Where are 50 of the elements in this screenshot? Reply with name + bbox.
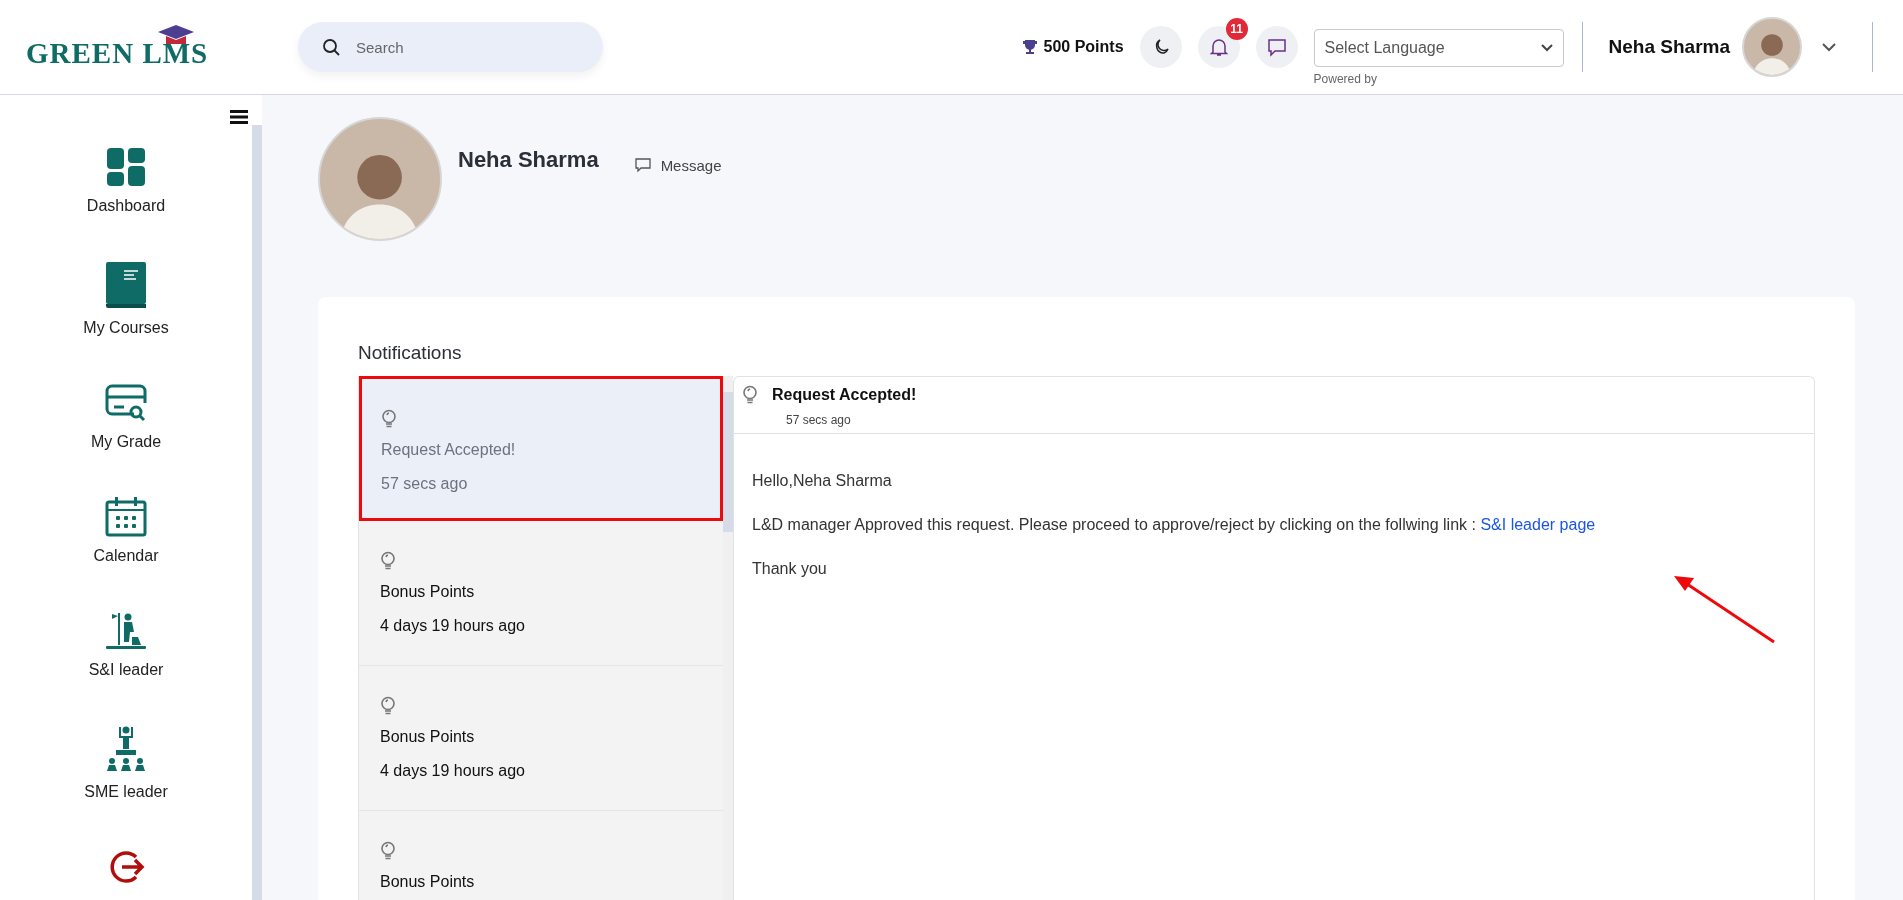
search-field[interactable]: Search bbox=[298, 22, 603, 72]
sidebar-item[interactable]: Dashboard bbox=[86, 147, 166, 215]
scrollbar[interactable] bbox=[252, 125, 262, 900]
notification-time: 57 secs ago bbox=[786, 413, 852, 427]
powered-by-text: Powered by bbox=[1313, 71, 1378, 86]
lightbulb-icon bbox=[380, 841, 396, 861]
card-search-icon bbox=[104, 383, 148, 423]
lightbulb-icon bbox=[742, 385, 758, 405]
chat-button[interactable] bbox=[1255, 26, 1298, 68]
chevron-down-icon[interactable] bbox=[1822, 42, 1836, 52]
sidebar-item[interactable]: My Grade bbox=[90, 383, 162, 451]
chat-bubble-icon bbox=[634, 157, 651, 173]
bell-icon bbox=[1208, 37, 1229, 57]
notification-title: Request Accepted! bbox=[772, 386, 917, 404]
user-name: Neha Sharma bbox=[1608, 36, 1730, 58]
notification-item[interactable]: Bonus Points bbox=[359, 811, 723, 900]
leader-page-link[interactable]: S&I leader page bbox=[1480, 516, 1596, 533]
trophy-icon bbox=[1021, 39, 1038, 55]
message-text: L&D manager Approved this request. Please proceed to approve/reject by clicking on the follwing link : S&I leader page bbox=[752, 516, 1597, 534]
logo[interactable]: GREEN LMS bbox=[26, 24, 261, 70]
menu-icon[interactable] bbox=[230, 109, 248, 125]
points-display: 500 Points bbox=[1021, 38, 1124, 56]
dashboard-icon bbox=[106, 147, 146, 187]
scrollbar[interactable] bbox=[723, 376, 733, 900]
dark-mode-button[interactable] bbox=[1139, 26, 1182, 68]
profile-name: Neha Sharma bbox=[458, 147, 599, 174]
lightbulb-icon bbox=[381, 409, 397, 429]
closing-text: Thank you bbox=[752, 560, 828, 578]
section-title: Notifications bbox=[358, 342, 463, 364]
notification-item[interactable]: Bonus Points 4 days 19 hours ago bbox=[359, 666, 723, 811]
message-link[interactable]: Message bbox=[634, 155, 722, 175]
book-icon bbox=[104, 261, 148, 309]
notification-item[interactable]: Request Accepted! 57 secs ago bbox=[359, 376, 723, 521]
calendar-icon bbox=[104, 497, 148, 537]
lightbulb-icon bbox=[380, 696, 396, 716]
sidebar-item[interactable]: SME leader bbox=[84, 725, 168, 801]
lightbulb-icon bbox=[380, 551, 396, 571]
presenter-audience-icon bbox=[104, 725, 148, 773]
sidebar-item[interactable]: S&I leader bbox=[88, 611, 164, 679]
sidebar-item[interactable]: My Courses bbox=[83, 261, 169, 337]
user-avatar[interactable] bbox=[1742, 17, 1802, 77]
chevron-down-icon bbox=[1540, 43, 1553, 52]
chat-bubble-icon bbox=[1266, 37, 1287, 57]
sidebar-item[interactable]: Calendar bbox=[93, 497, 159, 565]
notification-item[interactable]: Bonus Points 4 days 19 hours ago bbox=[359, 521, 723, 666]
search-icon bbox=[322, 38, 340, 56]
notification-count-badge: 11 bbox=[1225, 18, 1248, 40]
climber-flag-icon bbox=[104, 611, 148, 651]
greeting-text: Hello,Neha Sharma bbox=[752, 472, 893, 490]
language-select[interactable]: Select Language bbox=[1313, 28, 1564, 67]
